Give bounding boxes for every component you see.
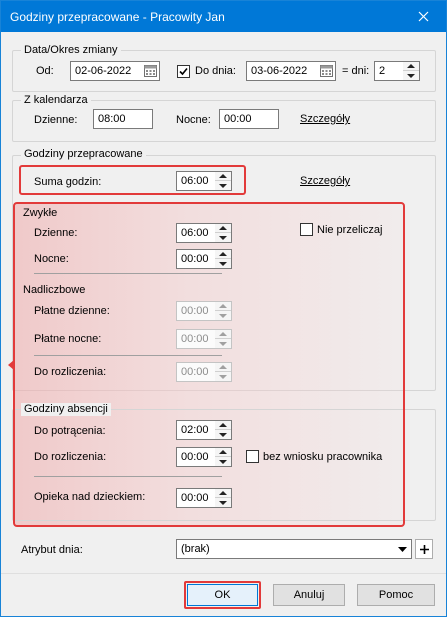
kal-dzienne-label: Dzienne:	[34, 114, 78, 126]
atrybut-add-button[interactable]	[415, 539, 433, 559]
atrybut-label: Atrybut dnia:	[21, 544, 83, 556]
atrybut-dropdown[interactable]: (brak)	[176, 539, 412, 559]
dropdown-arrow-icon	[398, 547, 407, 552]
kal-nocne-field[interactable]: 00:00	[219, 109, 279, 129]
title-bar: Godziny przepracowane - Pracowity Jan	[1, 1, 446, 32]
ok-highlight-box	[184, 581, 261, 609]
plus-icon	[419, 544, 429, 554]
details-highlight-box	[13, 202, 405, 527]
close-icon	[418, 11, 428, 22]
od-label: Od:	[36, 65, 54, 77]
atrybut-value: (brak)	[181, 543, 210, 555]
highlight-arrow-icon	[8, 360, 14, 370]
calendar-icon	[143, 65, 157, 77]
anuluj-button[interactable]: Anuluj	[273, 584, 345, 606]
suma-highlight-box	[19, 165, 246, 195]
godziny-szczegoly-link[interactable]: Szczegóły	[300, 175, 350, 187]
pomoc-button[interactable]: Pomoc	[357, 584, 435, 606]
od-calendar-button[interactable]	[141, 62, 159, 80]
calendar-icon	[319, 65, 333, 77]
checkmark-icon	[179, 67, 188, 76]
data-okres-title: Data/Okres zmiany	[21, 44, 121, 57]
godziny-title: Godziny przepracowane	[21, 148, 146, 161]
kal-nocne-label: Nocne:	[176, 114, 211, 126]
spin-up-icon[interactable]	[403, 62, 419, 71]
do-dnia-label: Do dnia:	[195, 65, 236, 77]
window-title: Godziny przepracowane - Pracowity Jan	[10, 10, 225, 24]
close-button[interactable]	[400, 1, 446, 32]
kal-szczegoly-link[interactable]: Szczegóły	[300, 113, 350, 125]
kal-dzienne-field[interactable]: 08:00	[93, 109, 153, 129]
do-dnia-calendar-button[interactable]	[317, 62, 335, 80]
spin-down-icon[interactable]	[403, 71, 419, 80]
dni-label: = dni:	[342, 65, 370, 77]
dialog-window: Godziny przepracowane - Pracowity Jan Da…	[0, 0, 447, 617]
z-kalendarza-title: Z kalendarza	[21, 94, 91, 107]
do-dnia-checkbox[interactable]	[177, 65, 190, 78]
dni-field[interactable]: 2	[374, 61, 404, 81]
dni-spinner[interactable]	[403, 61, 420, 81]
